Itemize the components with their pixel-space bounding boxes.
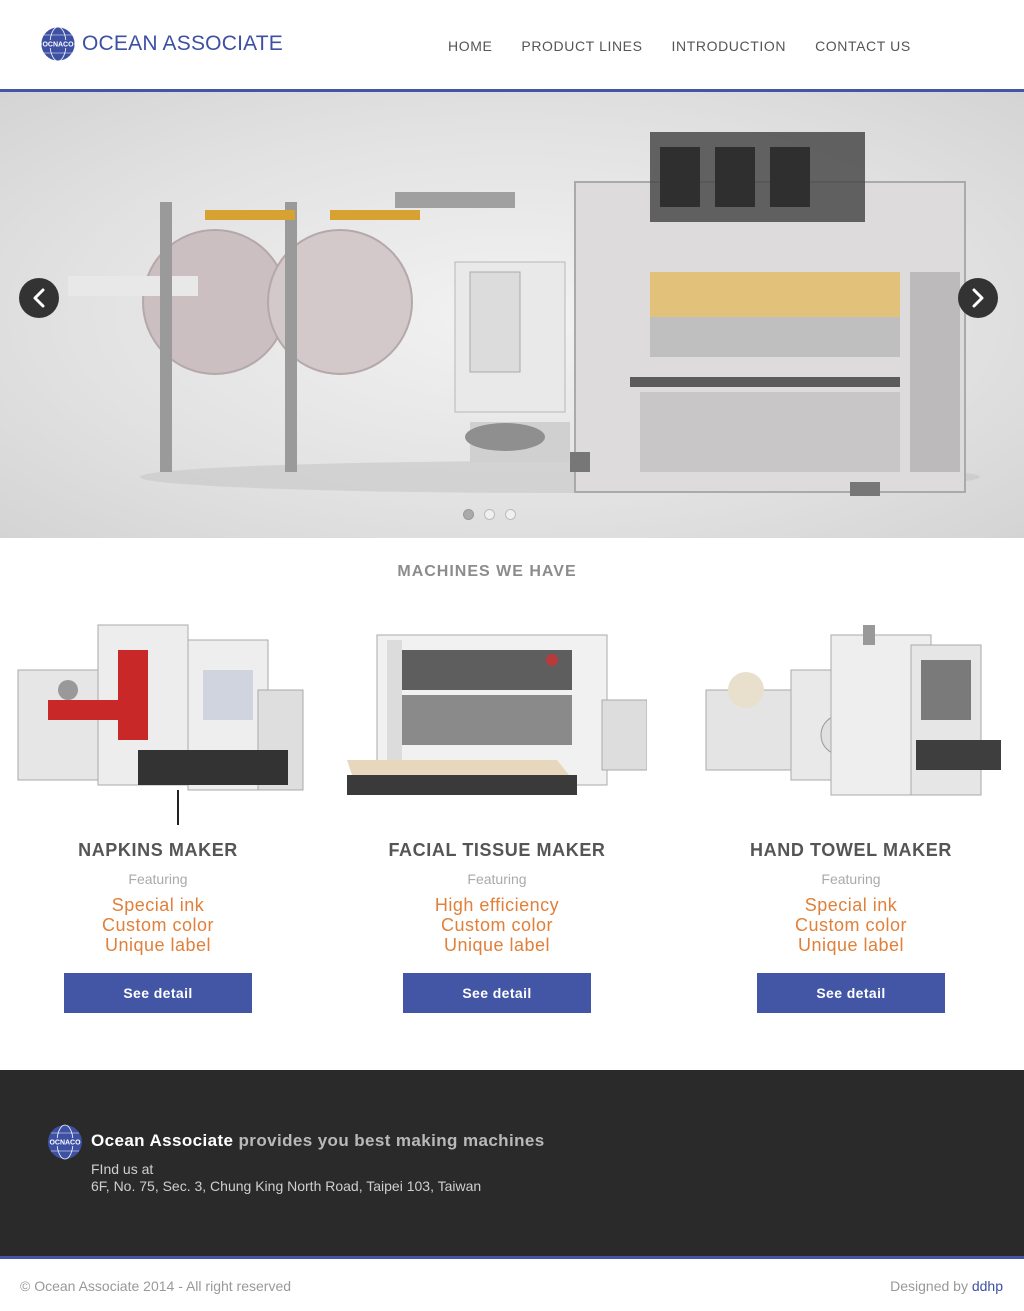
chevron-left-icon [33, 288, 45, 308]
machine-card-hand-towel: HAND TOWEL MAKER Featuring Special ink C… [701, 610, 1001, 1013]
card-featuring-label: Featuring [821, 871, 881, 887]
card-feature-item: Unique label [104, 935, 212, 955]
card-feature-item: Unique label [443, 935, 551, 955]
facial-tissue-machine-image [347, 634, 647, 795]
card-featuring-label: Featuring [128, 871, 188, 887]
bottom-bar: © Ocean Associate 2014 - All right reser… [0, 1256, 1024, 1311]
hand-towel-machine-image [705, 625, 1001, 796]
hero-machine-image [68, 132, 980, 496]
card-feature-item: High efficiency [434, 895, 560, 915]
see-detail-button-napkins[interactable]: See detail [64, 973, 252, 1013]
card-featuring-label: Featuring [467, 871, 527, 887]
machine-card-napkins: NAPKINS MAKER Featuring Special ink Cust… [8, 610, 308, 1013]
see-detail-button-hand-towel[interactable]: See detail [757, 973, 945, 1013]
copyright-text: © Ocean Associate 2014 - All right reser… [20, 1278, 292, 1294]
nav-item-product-lines[interactable]: PRODUCT LINES [521, 38, 642, 54]
hero-slider [0, 92, 1024, 538]
nav-item-introduction[interactable]: INTRODUCTION [672, 38, 787, 54]
card-feature-list: Special ink Custom color Unique label [701, 895, 1001, 955]
napkins-machine-image [17, 624, 304, 825]
card-feature-item: Custom color [101, 915, 215, 935]
slider-dot-2[interactable] [484, 509, 495, 520]
footer-company-name: Ocean Associate [91, 1131, 234, 1150]
footer-address: 6F, No. 75, Sec. 3, Chung King North Roa… [91, 1178, 482, 1194]
designed-by-label: Designed by [890, 1278, 968, 1294]
section-title-machines: MACHINES WE HAVE [397, 563, 577, 580]
logo-wordmark: OCNACO [49, 1140, 81, 1147]
designer-link[interactable]: ddhp [972, 1278, 1003, 1294]
card-title: FACIAL TISSUE MAKER [388, 840, 606, 860]
slider-next-button[interactable] [958, 278, 998, 318]
card-feature-item: Special ink [111, 895, 205, 915]
card-feature-list: High efficiency Custom color Unique labe… [347, 895, 647, 955]
footer-find-label: FInd us at [91, 1161, 154, 1177]
card-feature-item: Custom color [440, 915, 554, 935]
card-title: NAPKINS MAKER [78, 840, 238, 860]
logo-wordmark: OCNACO [42, 42, 74, 49]
see-detail-button-facial-tissue[interactable]: See detail [403, 973, 591, 1013]
slider-dot-1[interactable] [463, 509, 474, 520]
brand-name: OCEAN ASSOCIATE [82, 32, 283, 55]
card-feature-item: Special ink [804, 895, 898, 915]
footer-tagline-text: provides you best making machines [238, 1131, 545, 1150]
card-feature-list: Special ink Custom color Unique label [8, 895, 308, 955]
card-feature-item: Unique label [797, 935, 905, 955]
nav-item-home[interactable]: HOME [448, 38, 492, 54]
site-header: OCNACO OCEAN ASSOCIATE HOME PRODUCT LINE… [0, 0, 1024, 92]
globe-logo-icon: OCNACO [40, 26, 76, 62]
designed-by: Designed by ddhp [890, 1278, 1003, 1294]
globe-logo-icon: OCNACO [48, 1124, 82, 1160]
chevron-right-icon [972, 288, 984, 308]
footer-tagline: Ocean Associate provides you best making… [91, 1131, 545, 1151]
machine-card-facial-tissue: FACIAL TISSUE MAKER Featuring High effic… [347, 610, 647, 1013]
card-title: HAND TOWEL MAKER [750, 840, 952, 860]
brand-logo[interactable]: OCNACO OCEAN ASSOCIATE [40, 26, 283, 62]
card-feature-item: Custom color [794, 915, 908, 935]
slider-prev-button[interactable] [19, 278, 59, 318]
slider-pagination [463, 509, 526, 520]
site-footer: OCNACO Ocean Associate provides you best… [0, 1070, 1024, 1256]
slider-dot-3[interactable] [505, 509, 516, 520]
main-nav: HOME PRODUCT LINES INTRODUCTION CONTACT … [448, 38, 940, 54]
nav-item-contact-us[interactable]: CONTACT US [815, 38, 911, 54]
